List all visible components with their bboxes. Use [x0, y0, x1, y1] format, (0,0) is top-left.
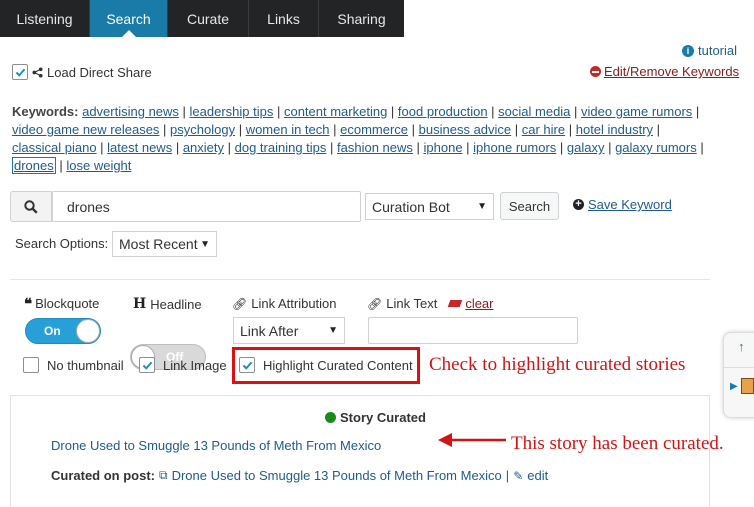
- load-direct-share-label: Load Direct Share: [47, 64, 152, 80]
- link-icon: 🔗︎: [232, 296, 248, 311]
- chevron-down-icon: ▼: [328, 325, 338, 336]
- load-direct-share[interactable]: Load Direct Share: [12, 64, 152, 80]
- highlight-annotation: Check to highlight curated stories: [429, 354, 686, 375]
- highlight-curated-option[interactable]: Highlight Curated Content: [239, 357, 413, 373]
- arrow-icon: [438, 433, 506, 447]
- tutorial-link[interactable]: i tutorial: [682, 43, 737, 58]
- tab-search[interactable]: Search: [90, 0, 168, 37]
- blockquote-toggle[interactable]: On: [25, 318, 101, 344]
- divider: [10, 279, 710, 280]
- keyword-link[interactable]: social media: [498, 104, 570, 119]
- keyword-link[interactable]: content marketing: [284, 104, 387, 119]
- highlight-curated-checkbox[interactable]: [239, 357, 255, 373]
- tab-sharing[interactable]: Sharing: [319, 0, 404, 37]
- tab-listening[interactable]: Listening: [0, 0, 90, 37]
- post-title-link[interactable]: Drone Used to Smuggle 13 Pounds of Meth …: [172, 468, 502, 483]
- keyword-link[interactable]: psychology: [170, 122, 235, 137]
- tab-strip: Listening Search Curate Links Sharing: [0, 0, 404, 37]
- keyword-link[interactable]: galaxy: [567, 140, 605, 155]
- keyword-link[interactable]: fashion news: [337, 140, 413, 155]
- link-attribution-option: 🔗︎ Link Attribution: [232, 296, 337, 311]
- link-attribution-select[interactable]: Link After ▼: [233, 317, 345, 344]
- heading-icon: H: [133, 296, 147, 312]
- arrow-up-icon[interactable]: ↑: [738, 339, 745, 354]
- plus-icon: +: [573, 199, 584, 210]
- remove-icon: [590, 66, 601, 77]
- search-button[interactable]: Search: [500, 192, 559, 220]
- keyword-link[interactable]: car hire: [522, 122, 565, 137]
- headline-option: H Headline: [133, 296, 202, 312]
- keyword-link[interactable]: dog training tips: [235, 140, 327, 155]
- load-direct-share-checkbox[interactable]: [12, 64, 28, 80]
- keyword-link[interactable]: video game rumors: [581, 104, 692, 119]
- no-thumbnail-checkbox[interactable]: [23, 357, 39, 373]
- tab-curate[interactable]: Curate: [168, 0, 249, 37]
- no-thumbnail-option[interactable]: No thumbnail: [23, 357, 124, 373]
- keyword-link[interactable]: iphone: [424, 140, 463, 155]
- tab-links[interactable]: Links: [249, 0, 319, 37]
- clear-link[interactable]: clear: [465, 296, 493, 311]
- edit-remove-keywords-link[interactable]: Edit/Remove Keywords: [590, 64, 739, 79]
- info-icon: i: [682, 44, 694, 57]
- story-title-link[interactable]: Drone Used to Smuggle 13 Pounds of Meth …: [51, 438, 381, 453]
- keyword-link[interactable]: leadership tips: [190, 104, 274, 119]
- save-keyword-link[interactable]: + Save Keyword: [573, 197, 672, 212]
- keyword-link[interactable]: drones: [12, 157, 56, 174]
- keyword-link[interactable]: iphone rumors: [473, 140, 556, 155]
- expand-arrow-icon[interactable]: ▶: [730, 381, 738, 392]
- keyword-link[interactable]: business advice: [419, 122, 512, 137]
- keyword-link[interactable]: anxiety: [183, 140, 224, 155]
- curated-on-post: Curated on post: ⧉ Drone Used to Smuggle…: [51, 468, 549, 483]
- keywords-list: Keywords: advertising news | leadership …: [12, 104, 704, 174]
- search-options-select[interactable]: Most Recent ▼: [112, 231, 217, 257]
- blockquote-option: ❝ Blockquote: [24, 294, 100, 313]
- keyword-link[interactable]: hotel industry: [576, 122, 653, 137]
- edit-link[interactable]: edit: [527, 468, 548, 483]
- search-options-label: Search Options:: [15, 236, 109, 251]
- keyword-link[interactable]: galaxy rumors: [615, 140, 697, 155]
- story-curated-status: Story Curated: [325, 410, 426, 425]
- quote-icon: ❝: [24, 294, 33, 313]
- tab-bar: Listening Search Curate Links Sharing: [0, 0, 754, 37]
- search-icon: [24, 199, 38, 214]
- share-icon: [32, 66, 43, 78]
- chevron-down-icon: ▼: [477, 201, 487, 212]
- link-text-option: 🔗︎ Link Text clear: [367, 296, 494, 311]
- keyword-link[interactable]: advertising news: [82, 104, 179, 119]
- keyword-link[interactable]: lose weight: [66, 158, 131, 173]
- keywords-label: Keywords:: [12, 104, 79, 119]
- keyword-link[interactable]: classical piano: [12, 140, 97, 155]
- search-icon-button[interactable]: [10, 191, 52, 222]
- chevron-down-icon: ▼: [200, 238, 210, 250]
- link-text-input[interactable]: [368, 317, 578, 344]
- search-input[interactable]: drones: [52, 191, 361, 222]
- book-icon[interactable]: [741, 378, 754, 394]
- external-link-icon: ⧉: [159, 468, 168, 482]
- story-annotation: This story has been curated.: [511, 433, 724, 454]
- keyword-link[interactable]: video game new releases: [12, 122, 159, 137]
- side-widget: ↑ ▶: [723, 332, 754, 418]
- keyword-link[interactable]: latest news: [107, 140, 172, 155]
- link-image-option[interactable]: Link Image: [139, 357, 227, 373]
- keyword-link[interactable]: ecommerce: [340, 122, 408, 137]
- source-select[interactable]: Curation Bot ▼: [365, 193, 494, 220]
- keyword-link[interactable]: food production: [398, 104, 488, 119]
- edit-icon: ✎: [513, 468, 524, 483]
- keyword-link[interactable]: women in tech: [246, 122, 330, 137]
- link-image-checkbox[interactable]: [139, 357, 155, 373]
- toggle-knob: [76, 319, 100, 343]
- eraser-icon: [448, 300, 463, 307]
- link-icon: 🔗︎: [367, 296, 383, 311]
- status-dot-icon: [325, 412, 336, 423]
